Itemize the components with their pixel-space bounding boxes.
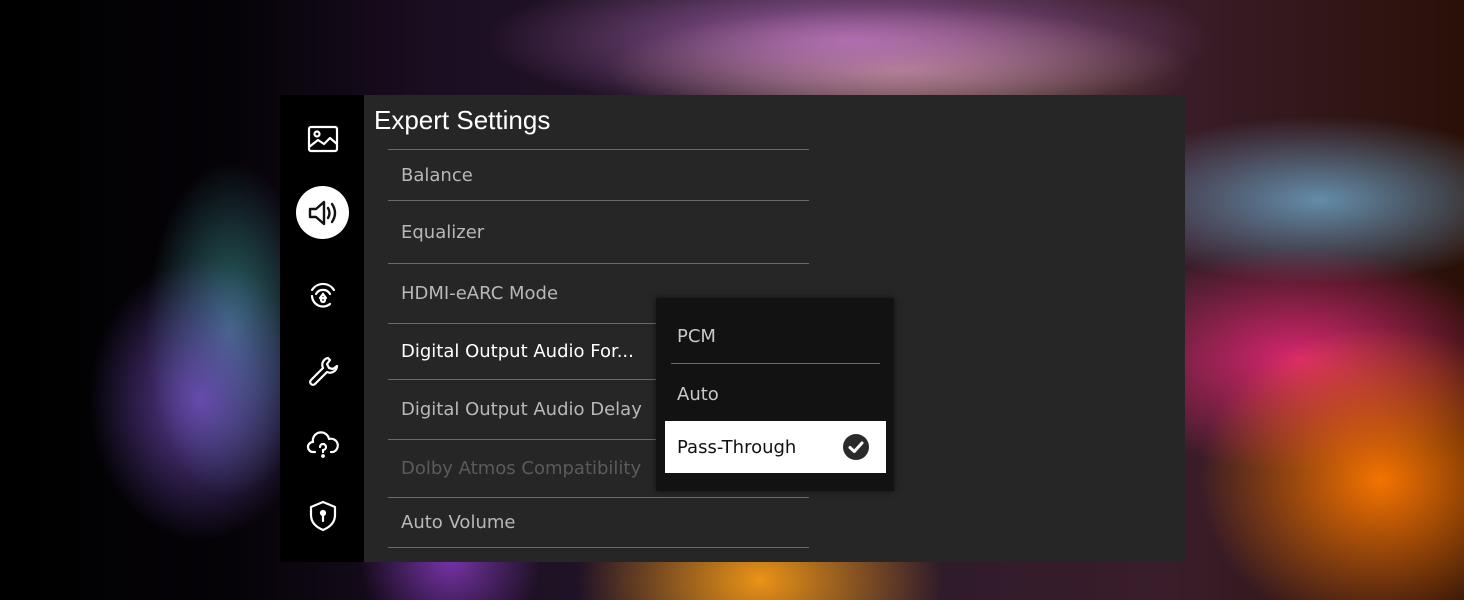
option-label: Pass-Through: [677, 436, 797, 458]
option-label: PCM: [677, 325, 716, 347]
option-pcm[interactable]: PCM: [665, 310, 886, 362]
sidebar: [280, 95, 364, 562]
settings-item-label: Equalizer: [401, 221, 485, 243]
page-title: Expert Settings: [374, 105, 551, 135]
settings-item-label: Dolby Atmos Compatibility: [401, 458, 642, 479]
settings-item-balance[interactable]: Balance: [388, 149, 809, 200]
settings-item-label: Auto Volume: [401, 512, 516, 533]
check-circle-icon: [843, 434, 869, 460]
speaker-icon: [308, 200, 336, 225]
sidebar-item-audio[interactable]: [296, 186, 349, 239]
settings-item-label: HDMI-eARC Mode: [401, 283, 559, 304]
picture-icon: [307, 125, 338, 152]
settings-item-auto-volume[interactable]: Auto Volume: [388, 497, 809, 548]
sidebar-item-picture[interactable]: [296, 112, 349, 165]
sidebar-item-network[interactable]: [296, 266, 349, 319]
settings-item-equalizer[interactable]: Equalizer: [388, 200, 809, 263]
cloud-help-icon: [306, 430, 339, 458]
option-pass-through[interactable]: Pass-Through: [665, 421, 886, 473]
option-divider: [671, 363, 880, 364]
option-auto[interactable]: Auto: [665, 368, 886, 420]
sidebar-item-system[interactable]: [296, 344, 349, 397]
audio-format-dropdown: PCM Auto Pass-Through: [656, 298, 894, 491]
sidebar-item-support[interactable]: [296, 418, 349, 471]
shield-icon: [309, 500, 336, 531]
settings-item-label: Balance: [401, 164, 473, 186]
network-icon: [310, 282, 335, 308]
wrench-icon: [308, 356, 338, 386]
sidebar-item-privacy[interactable]: [296, 489, 349, 542]
settings-item-label: Digital Output Audio For...: [401, 341, 634, 362]
option-label: Auto: [677, 383, 719, 405]
settings-item-label: Digital Output Audio Delay: [401, 399, 642, 420]
